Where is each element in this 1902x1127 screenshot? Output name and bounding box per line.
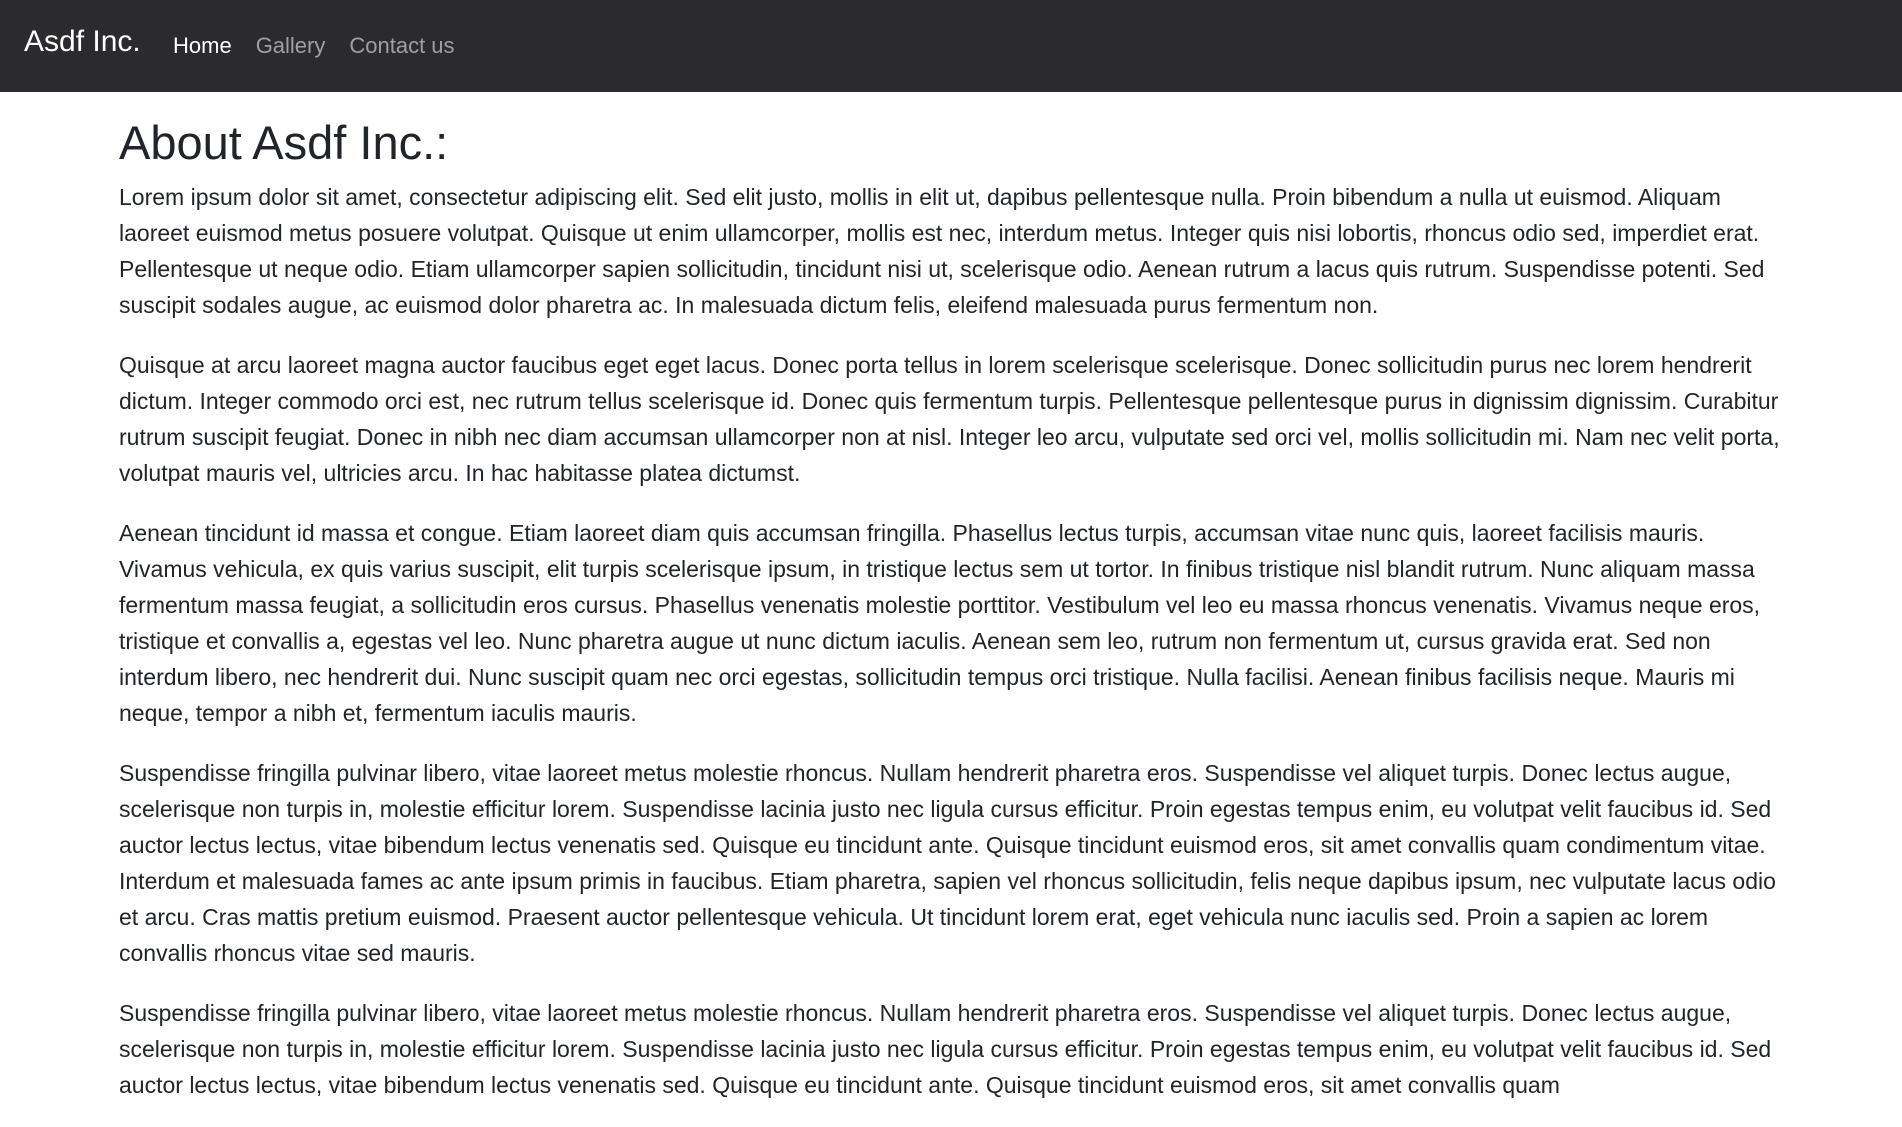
top-navbar: Asdf Inc. Home Gallery Contact us	[0, 0, 1902, 92]
about-paragraph: Suspendisse fringilla pulvinar libero, v…	[119, 760, 1776, 966]
nav-links: Home Gallery Contact us	[173, 28, 479, 64]
about-paragraph: Lorem ipsum dolor sit amet, consectetur …	[119, 184, 1765, 318]
about-paragraph: Suspendisse fringilla pulvinar libero, v…	[119, 1000, 1772, 1098]
page-title: About Asdf Inc.:	[119, 116, 449, 169]
nav-link-home[interactable]: Home	[173, 28, 232, 64]
nav-link-contact[interactable]: Contact us	[349, 28, 454, 64]
about-paragraph: Quisque at arcu laoreet magna auctor fau…	[119, 352, 1780, 486]
about-paragraph: Aenean tincidunt id massa et congue. Eti…	[119, 520, 1761, 726]
nav-link-gallery[interactable]: Gallery	[256, 28, 326, 64]
main-content: About Asdf Inc.: Lorem ipsum dolor sit a…	[119, 92, 1784, 1127]
brand-logo-link[interactable]: Asdf Inc.	[24, 22, 141, 62]
